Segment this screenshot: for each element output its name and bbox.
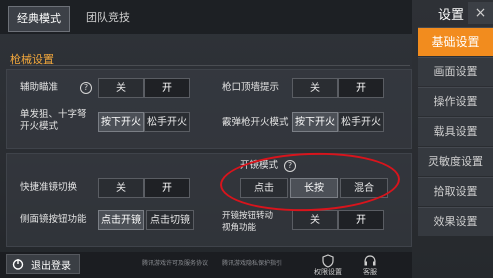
privacy-guide-link[interactable]: 腾讯游戏隐私保护指引 [222,258,282,267]
sidebar-title: 设置 [438,8,465,23]
help-icon[interactable]: ? [80,82,92,94]
logout-button[interactable]: 退出登录 [6,254,80,274]
section-divider [10,65,410,66]
quick-scope-on-button[interactable]: 开 [144,178,190,198]
aim-assist-on-button[interactable]: 开 [144,78,190,98]
shield-icon [322,254,334,268]
permission-settings-button[interactable]: 权限设置 [308,254,348,277]
quick-scope-label: 快捷准镜切换 [20,182,78,193]
power-icon [12,259,24,270]
scope-turn-view-label: 开镜按钮转动视角功能 [222,211,274,233]
sidebar-item-controls[interactable]: 操作设置 [418,87,493,116]
side-scope-label: 侧面镜按钮功能 [20,214,87,225]
close-icon[interactable]: × [468,2,493,24]
headset-icon [364,255,376,266]
muzzle-peek-on-button[interactable]: 开 [338,78,384,98]
customer-service-button[interactable]: 客服 [350,254,390,277]
tab-classic-mode[interactable]: 经典模式 [8,6,70,32]
shotgun-release-button[interactable]: 松手开火 [338,112,384,132]
side-scope-open-button[interactable]: 点击开镜 [98,210,144,230]
single-fire-release-button[interactable]: 松手开火 [144,112,190,132]
side-scope-switch-button[interactable]: 点击切镜 [146,210,194,230]
service-agreement-link[interactable]: 腾讯游戏许可及服务协议 [142,258,208,267]
muzzle-peek-label: 枪口顶墙提示 [222,82,280,93]
single-fire-press-button[interactable]: 按下开火 [98,112,144,132]
tab-team-deathmatch[interactable]: 团队竞技 [78,6,138,30]
sidebar-item-basic[interactable]: 基础设置 [418,27,493,56]
single-fire-mode-label: 单发狙、十字弩开火模式 [20,109,87,132]
sidebar-item-vehicle[interactable]: 载具设置 [418,117,493,146]
sidebar-item-graphics[interactable]: 画面设置 [418,57,493,86]
sidebar-item-pickup[interactable]: 拾取设置 [418,177,493,206]
logout-label: 退出登录 [31,261,71,272]
permission-settings-label: 权限设置 [314,268,342,276]
aim-assist-off-button[interactable]: 关 [98,78,144,98]
scope-turn-on-button[interactable]: 开 [338,210,384,230]
sidebar-item-sensitivity[interactable]: 灵敏度设置 [418,147,493,176]
muzzle-peek-off-button[interactable]: 关 [292,78,338,98]
customer-service-label: 客服 [363,268,377,276]
scope-turn-off-button[interactable]: 关 [292,210,338,230]
shotgun-fire-mode-label: 霰弹枪开火模式 [222,117,289,128]
aim-assist-label: 辅助瞄准 [20,82,59,93]
shotgun-press-button[interactable]: 按下开火 [292,112,338,132]
sidebar-item-effects[interactable]: 效果设置 [418,207,493,236]
quick-scope-off-button[interactable]: 关 [98,178,144,198]
